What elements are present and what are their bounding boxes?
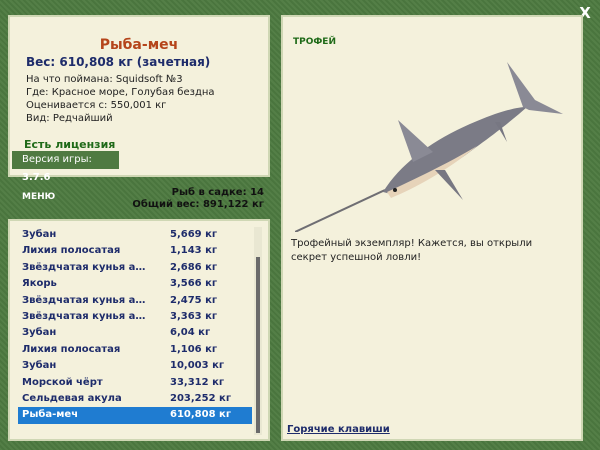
scroll-thumb[interactable] [256,257,260,433]
fish-name-cell: Лихия полосатая [22,343,121,355]
list-item[interactable]: Звёздчатая кунья аку... 2,475 кг [18,293,252,309]
list-item[interactable]: Зубан 5,669 кг [18,227,252,243]
fish-weight-cell: 203,252 кг [170,392,232,404]
location-info: Где: Красное море, Голубая бездна [26,87,215,98]
scrollbar[interactable] [254,227,262,435]
menu-button[interactable]: МЕНЮ [22,192,55,202]
list-item[interactable]: Звёздчатая кунья аку... 2,686 кг [18,260,252,276]
trophy-text: Трофейный экземпляр! Кажется, вы открыли… [291,238,533,263]
fish-name-cell: Якорь [22,278,57,290]
fish-weight-cell: 3,566 кг [170,278,218,290]
list-item[interactable]: Зубан 6,04 кг [18,325,252,341]
fish-name-cell: Зубан [22,327,57,339]
fish-weight-cell: 5,669 кг [170,229,218,240]
license-status: Есть лицензия [24,138,116,151]
fish-weight-cell: 3,363 кг [170,310,218,322]
keepnet-total-weight: Общий вес: 891,122 кг [132,199,264,210]
list-item[interactable]: Якорь 3,566 кг [18,276,252,292]
fish-name-cell: Морской чёрт [22,376,103,388]
hotkeys-link[interactable]: Горячие клавиши [287,424,390,435]
kind-info: Вид: Редчайший [26,113,113,124]
fish-name-cell: Лихия полосатая [22,245,121,257]
fish-weight-cell: 1,106 кг [170,343,218,355]
value-info: Оценивается с: 550,001 кг [26,100,167,111]
list-item[interactable]: Зубан 10,003 кг [18,358,252,374]
swordfish-image [295,62,563,232]
fish-name-cell: Рыба-меч [22,409,79,421]
fish-name: Рыба-меч [99,37,179,53]
list-item[interactable]: Морской чёрт 33,312 кг [18,375,252,391]
fish-name-cell: Звёздчатая кунья аку... [22,261,152,273]
bait-info: На что поймана: Squidsoft №3 [26,74,183,85]
list-item[interactable]: Лихия полосатая 1,106 кг [18,342,252,358]
keepnet-count: Рыб в садке: 14 [171,187,264,198]
fish-weight-cell: 6,04 кг [170,327,211,339]
fish-weight-cell: 10,003 кг [170,360,225,372]
version-badge: Версия игры: 3.7.6 [12,151,119,183]
fish-name-cell: Зубан [22,360,57,372]
fish-weight-cell: 33,312 кг [170,376,225,388]
fish-name-cell: Зубан [22,229,57,240]
list-item[interactable]: Сельдевая акула 203,252 кг [18,391,252,407]
list-item[interactable]: Звёздчатая кунья аку... 3,363 кг [18,309,252,325]
fish-weight-cell: 2,475 кг [170,294,218,306]
trophy-panel: ТРОФЕЙ Трофейный экземпляр! Кажется, вы … [281,15,583,441]
fish-name-cell: Сельдевая акула [22,392,122,404]
catch-list: Зубан 5,669 кг Лихия полосатая 1,143 кг Звёз… [18,227,252,424]
version-value: 3.7.6 [22,172,51,183]
version-label: Версия игры: [22,154,92,165]
list-item[interactable]: Лихия полосатая 1,143 кг [18,243,252,259]
list-item[interactable]: Рыба-меч 610,808 кг [18,407,252,424]
fish-weight-cell: 2,686 кг [170,261,218,273]
fish-weight-cell: 610,808 кг [170,409,232,421]
fish-name-cell: Звёздчатая кунья аку... [22,310,152,322]
fish-weight: Вес: 610,808 кг (зачетная) [26,55,211,69]
fish-name-cell: Звёздчатая кунья аку... [22,294,152,306]
catch-list-panel: Зубан 5,669 кг Лихия полосатая 1,143 кг Звёз… [8,219,270,441]
fish-weight-cell: 1,143 кг [170,245,218,257]
trophy-label: ТРОФЕЙ [293,37,336,47]
